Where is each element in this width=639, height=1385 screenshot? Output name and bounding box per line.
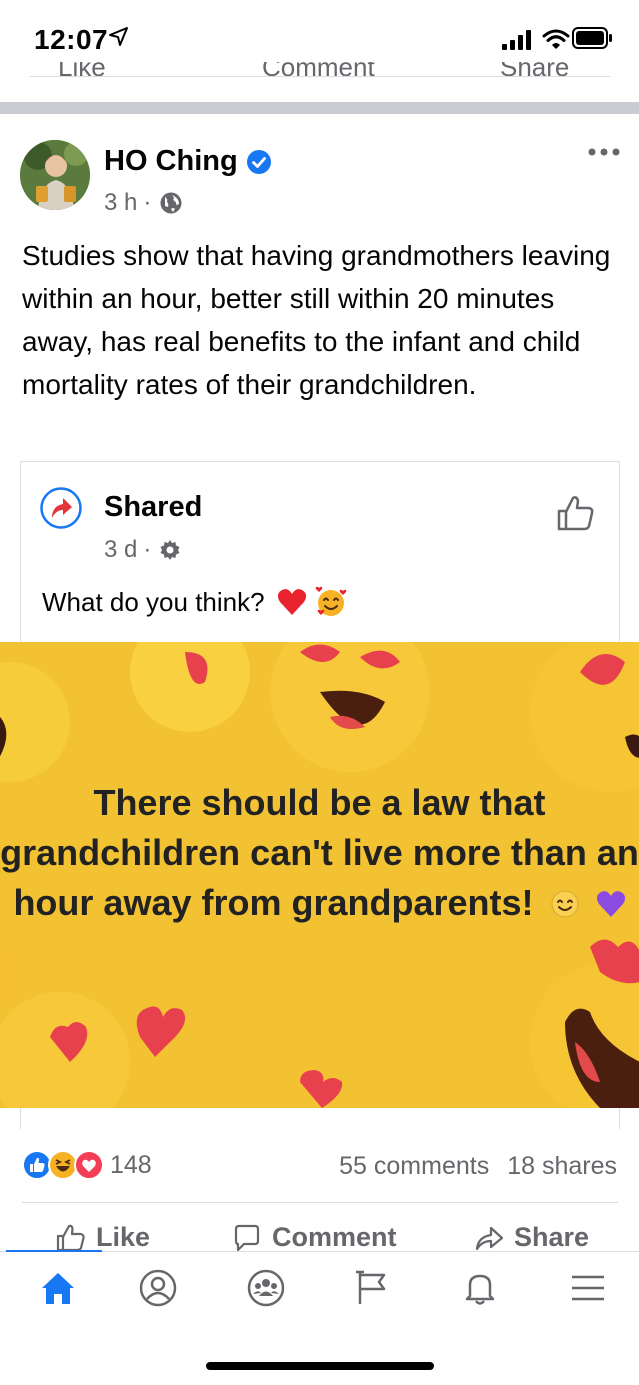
reaction-count: 148 — [110, 1150, 152, 1179]
reactions-summary[interactable]: 148 — [22, 1150, 152, 1180]
feed-separator — [0, 102, 639, 114]
red-heart-emoji-icon — [277, 589, 306, 615]
shared-post-image[interactable]: There should be a law that grandchildren… — [0, 642, 639, 1108]
comment-bubble-icon — [234, 1224, 260, 1251]
groups-icon[interactable] — [246, 1268, 286, 1308]
divider — [22, 1202, 618, 1203]
shared-page-name[interactable]: Shared — [104, 491, 202, 524]
post-text: Studies show that having grandmothers le… — [22, 240, 611, 400]
author-name[interactable]: HO Ching — [104, 145, 238, 178]
love-reaction-icon — [74, 1150, 104, 1180]
avatar-photo — [20, 140, 90, 210]
gear-icon — [160, 540, 180, 560]
reaction-icons — [22, 1150, 106, 1180]
like-label: Like — [96, 1222, 151, 1252]
shared-post-time[interactable]: 3 d — [104, 536, 137, 564]
meta-separator: · — [143, 189, 152, 216]
shared-post-meta: 3 d · — [104, 536, 181, 564]
meta-separator: · — [143, 536, 152, 563]
post-time[interactable]: 3 h — [104, 189, 137, 217]
purple-heart-emoji-icon — [596, 891, 625, 917]
thumbs-up-icon — [56, 1224, 85, 1251]
comments-count[interactable]: 55 comments — [339, 1152, 489, 1181]
shared-page-logo-icon[interactable] — [40, 487, 82, 529]
globe-icon — [160, 192, 182, 214]
image-caption-text: There should be a law that grandchildren… — [0, 782, 639, 923]
divider — [30, 76, 610, 77]
profile-icon[interactable] — [138, 1268, 178, 1308]
shared-post-text: What do you think? — [42, 586, 347, 618]
share-arrow-icon — [475, 1226, 504, 1250]
author-avatar[interactable] — [20, 140, 90, 210]
active-tab-underline — [6, 1250, 102, 1252]
previous-post-actions: Like Comment Share — [0, 62, 639, 76]
share-label: Share — [514, 1222, 590, 1252]
post-meta: 3 h · — [104, 189, 183, 217]
smiling-face-with-hearts-emoji-icon — [315, 586, 346, 616]
comment-label: Comment — [272, 1222, 397, 1252]
share-button[interactable]: Share — [474, 1222, 589, 1253]
more-options-icon[interactable] — [586, 144, 622, 160]
notifications-bell-icon[interactable] — [460, 1268, 500, 1308]
previous-comment-button[interactable]: Comment — [262, 62, 375, 76]
status-time: 12:07 — [34, 24, 109, 55]
comment-button[interactable]: Comment — [232, 1222, 397, 1253]
like-page-thumb-icon[interactable] — [556, 494, 596, 532]
shared-caption: What do you think? — [42, 586, 265, 617]
shares-count[interactable]: 18 shares — [507, 1152, 617, 1181]
post-stats: 55 comments 18 shares — [339, 1152, 617, 1181]
verified-badge-icon — [246, 149, 271, 174]
previous-like-button[interactable]: Like — [58, 62, 106, 76]
like-button[interactable]: Like — [56, 1222, 150, 1253]
image-caption: There should be a law that grandchildren… — [0, 778, 639, 928]
location-arrow-icon — [109, 27, 128, 46]
wifi-icon — [542, 29, 570, 49]
smiling-face-emoji-icon — [551, 890, 579, 918]
battery-icon — [572, 27, 612, 49]
home-icon[interactable] — [38, 1268, 78, 1308]
post-author[interactable]: HO Ching — [104, 145, 272, 178]
menu-icon[interactable] — [568, 1268, 608, 1308]
previous-share-button[interactable]: Share — [500, 62, 569, 76]
pages-flag-icon[interactable] — [352, 1268, 392, 1308]
cellular-signal-icon — [502, 30, 531, 50]
home-indicator[interactable] — [206, 1362, 434, 1370]
